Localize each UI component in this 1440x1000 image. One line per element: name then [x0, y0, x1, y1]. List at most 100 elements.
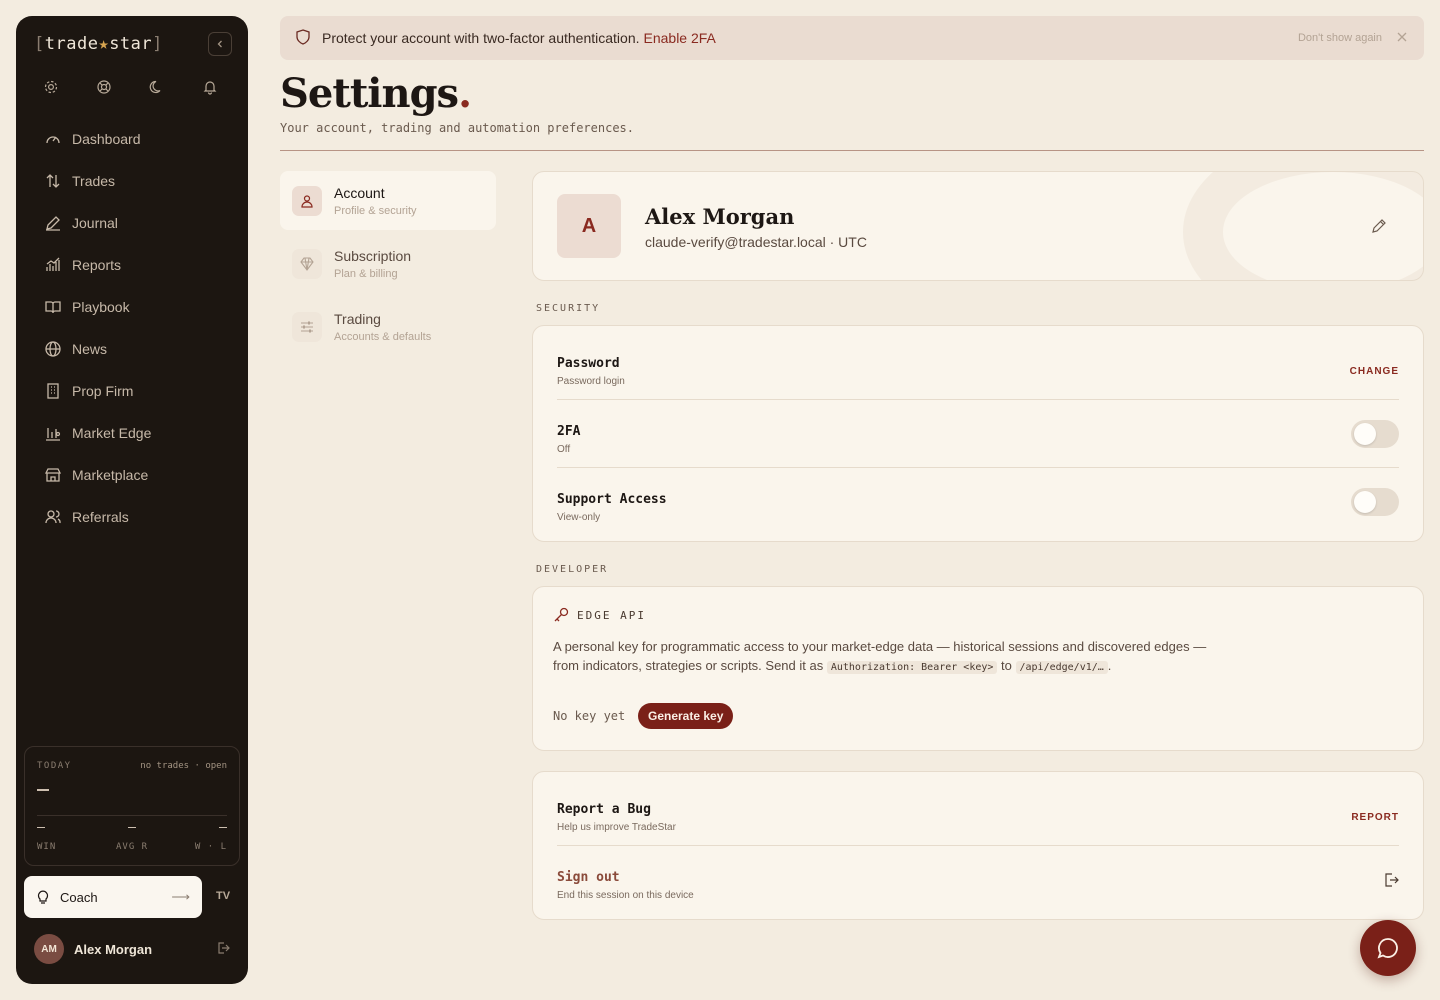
sidebar-item-news[interactable]: News [36, 328, 236, 370]
moon-icon[interactable] [148, 78, 166, 96]
profile-avatar: A [557, 194, 621, 258]
account-actions-card: Report a Bug Help us improve TradeStar R… [532, 771, 1424, 920]
sidebar-item-reports[interactable]: Reports [36, 244, 236, 286]
sidebar-item-label: Reports [72, 257, 122, 273]
settings-tab-account[interactable]: Account Profile & security [280, 171, 496, 230]
twofa-row: 2FA Off [557, 400, 1399, 468]
lightbulb-icon [37, 890, 49, 904]
stat-win: WIN [37, 827, 56, 852]
sidebar-top-icons [42, 78, 219, 96]
arrow-right-icon: ⟶ [171, 889, 190, 904]
user-name: Alex Morgan [74, 941, 153, 957]
desc-to: to [1001, 658, 1012, 673]
avatar: AM [34, 934, 64, 964]
today-status: no trades · open [140, 761, 227, 771]
page-title-text: Settings [280, 70, 459, 117]
edge-api-description: A personal key for programmatic access t… [553, 637, 1253, 677]
edge-api-title-text: EDGE API [577, 608, 646, 622]
logout-icon[interactable] [1383, 872, 1399, 893]
store-icon [44, 468, 62, 482]
sidebar-item-prop-firm[interactable]: Prop Firm [36, 370, 236, 412]
page-title: Settings. [280, 70, 472, 117]
logout-icon[interactable] [216, 941, 230, 960]
sidebar-item-label: Dashboard [72, 131, 141, 147]
sidebar-item-label: Prop Firm [72, 383, 134, 399]
today-pnl-empty [37, 789, 49, 791]
stat-wl-label: W · L [194, 842, 227, 852]
api-path-code: /api/edge/v1/… [1015, 661, 1108, 674]
tradingview-logo[interactable]: TV [216, 890, 230, 902]
bell-icon[interactable] [201, 78, 219, 96]
generate-key-button[interactable]: Generate key [638, 703, 734, 729]
settings-tab-title: Account [334, 184, 385, 201]
logo[interactable]: [trade★star] [34, 34, 163, 54]
no-key-status: No key yet [553, 709, 626, 723]
sidebar-item-label: Market Edge [72, 425, 152, 441]
user-icon [292, 185, 322, 216]
stat-win-label: WIN [37, 842, 57, 852]
support-access-title: Support Access [557, 492, 667, 507]
enable-2fa-link[interactable]: Enable 2FA [644, 30, 716, 46]
coach-button[interactable]: Coach ⟶ [24, 876, 202, 918]
sidebar: [trade★star] Dashboard Trades Journal Re… [16, 16, 248, 984]
sidebar-item-market-edge[interactable]: Market Edge [36, 412, 236, 454]
user-profile[interactable]: AM Alex Morgan [34, 934, 152, 964]
chat-button[interactable] [1360, 920, 1416, 976]
logo-bracket-close: ] [152, 34, 163, 54]
collapse-sidebar-button[interactable] [208, 32, 232, 56]
chevron-left-icon [217, 40, 222, 48]
sidebar-item-marketplace[interactable]: Marketplace [36, 454, 236, 496]
dont-show-again-button[interactable]: Don't show again [1298, 32, 1382, 44]
sidebar-item-dashboard[interactable]: Dashboard [36, 118, 236, 160]
sign-out-title: Sign out [557, 870, 620, 885]
today-stats-panel: TODAY no trades · open WIN AVG R W · L [24, 746, 240, 866]
sidebar-item-trades[interactable]: Trades [36, 160, 236, 202]
page-title-dot: . [458, 70, 472, 117]
profile-card: A Alex Morgan claude-verify@tradestar.lo… [532, 171, 1424, 281]
building-icon [47, 383, 59, 399]
sidebar-item-label: Referrals [72, 509, 129, 525]
logo-text-left: trade [44, 34, 99, 54]
settings-tab-trading[interactable]: Trading Accounts & defaults [280, 297, 496, 356]
report-bug-button[interactable]: REPORT [1351, 812, 1399, 823]
close-icon[interactable] [1396, 30, 1408, 46]
change-password-button[interactable]: CHANGE [1350, 366, 1399, 377]
divider [37, 815, 227, 816]
password-subtitle: Password login [557, 376, 625, 387]
sidebar-item-label: Playbook [72, 299, 130, 315]
settings-tab-subtitle: Plan & billing [334, 267, 398, 280]
page-subtitle: Your account, trading and automation pre… [280, 121, 635, 135]
settings-tab-title: Subscription [334, 247, 412, 264]
report-bug-title: Report a Bug [557, 802, 651, 817]
desc-period: . [1107, 658, 1112, 673]
bar-chart-icon [46, 257, 60, 271]
twofa-subtitle: Off [557, 444, 571, 455]
profile-email: claude-verify@tradestar.local · UTC [645, 234, 867, 250]
section-label-security: SECURITY [536, 303, 601, 314]
diamond-icon [292, 248, 322, 279]
coach-label: Coach [60, 889, 98, 905]
stat-avg-r: AVG R [116, 827, 148, 852]
edit-profile-icon[interactable] [1371, 218, 1387, 239]
pen-icon [46, 216, 60, 231]
sidebar-item-label: News [72, 341, 108, 357]
stat-avg-r-label: AVG R [116, 842, 149, 852]
sidebar-item-journal[interactable]: Journal [36, 202, 236, 244]
sidebar-item-playbook[interactable]: Playbook [36, 286, 236, 328]
logo-bracket-open: [ [34, 34, 45, 54]
header-divider [280, 150, 1424, 151]
arrows-updown-icon [46, 174, 60, 188]
settings-tab-subscription[interactable]: Subscription Plan & billing [280, 234, 496, 293]
sidebar-item-referrals[interactable]: Referrals [36, 496, 236, 538]
lifebuoy-icon[interactable] [95, 78, 113, 96]
sign-out-row[interactable]: Sign out End this session on this device [557, 846, 1399, 914]
settings-nav: Account Profile & security Subscription … [280, 171, 496, 360]
auth-header-code: Authorization: Bearer <key> [826, 661, 998, 674]
support-access-row: Support Access View-only [557, 468, 1399, 536]
password-row: Password Password login CHANGE [557, 332, 1399, 400]
gear-icon[interactable] [42, 78, 60, 96]
twofa-toggle[interactable] [1351, 420, 1399, 448]
today-label: TODAY [37, 761, 72, 771]
support-access-toggle[interactable] [1351, 488, 1399, 516]
profile-name: Alex Morgan [645, 204, 795, 229]
